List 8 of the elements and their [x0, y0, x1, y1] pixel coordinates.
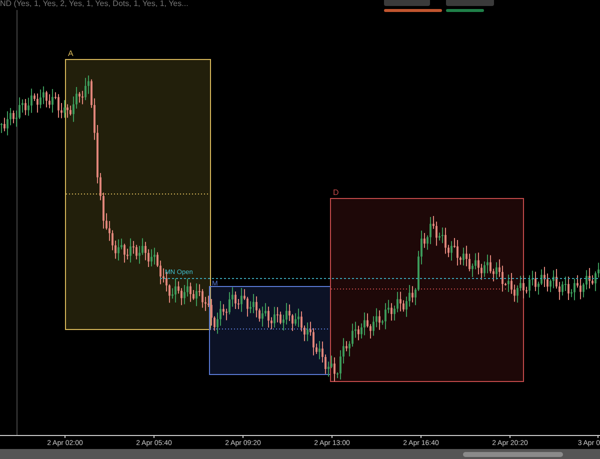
indicator-legend: ND (Yes, 1, Yes, 2, Yes, 1, Yes, Dots, 1, Yes, 1, Yes...	[0, 0, 188, 8]
zone-label: A	[68, 49, 74, 58]
zone-rectangle[interactable]	[209, 286, 331, 375]
horizontal-scrollbar[interactable]	[0, 449, 600, 459]
zone-label: D	[333, 188, 339, 197]
scrollbar-thumb[interactable]	[463, 452, 563, 457]
zone-rectangle[interactable]	[65, 59, 211, 330]
zone-rectangle[interactable]	[330, 198, 524, 382]
